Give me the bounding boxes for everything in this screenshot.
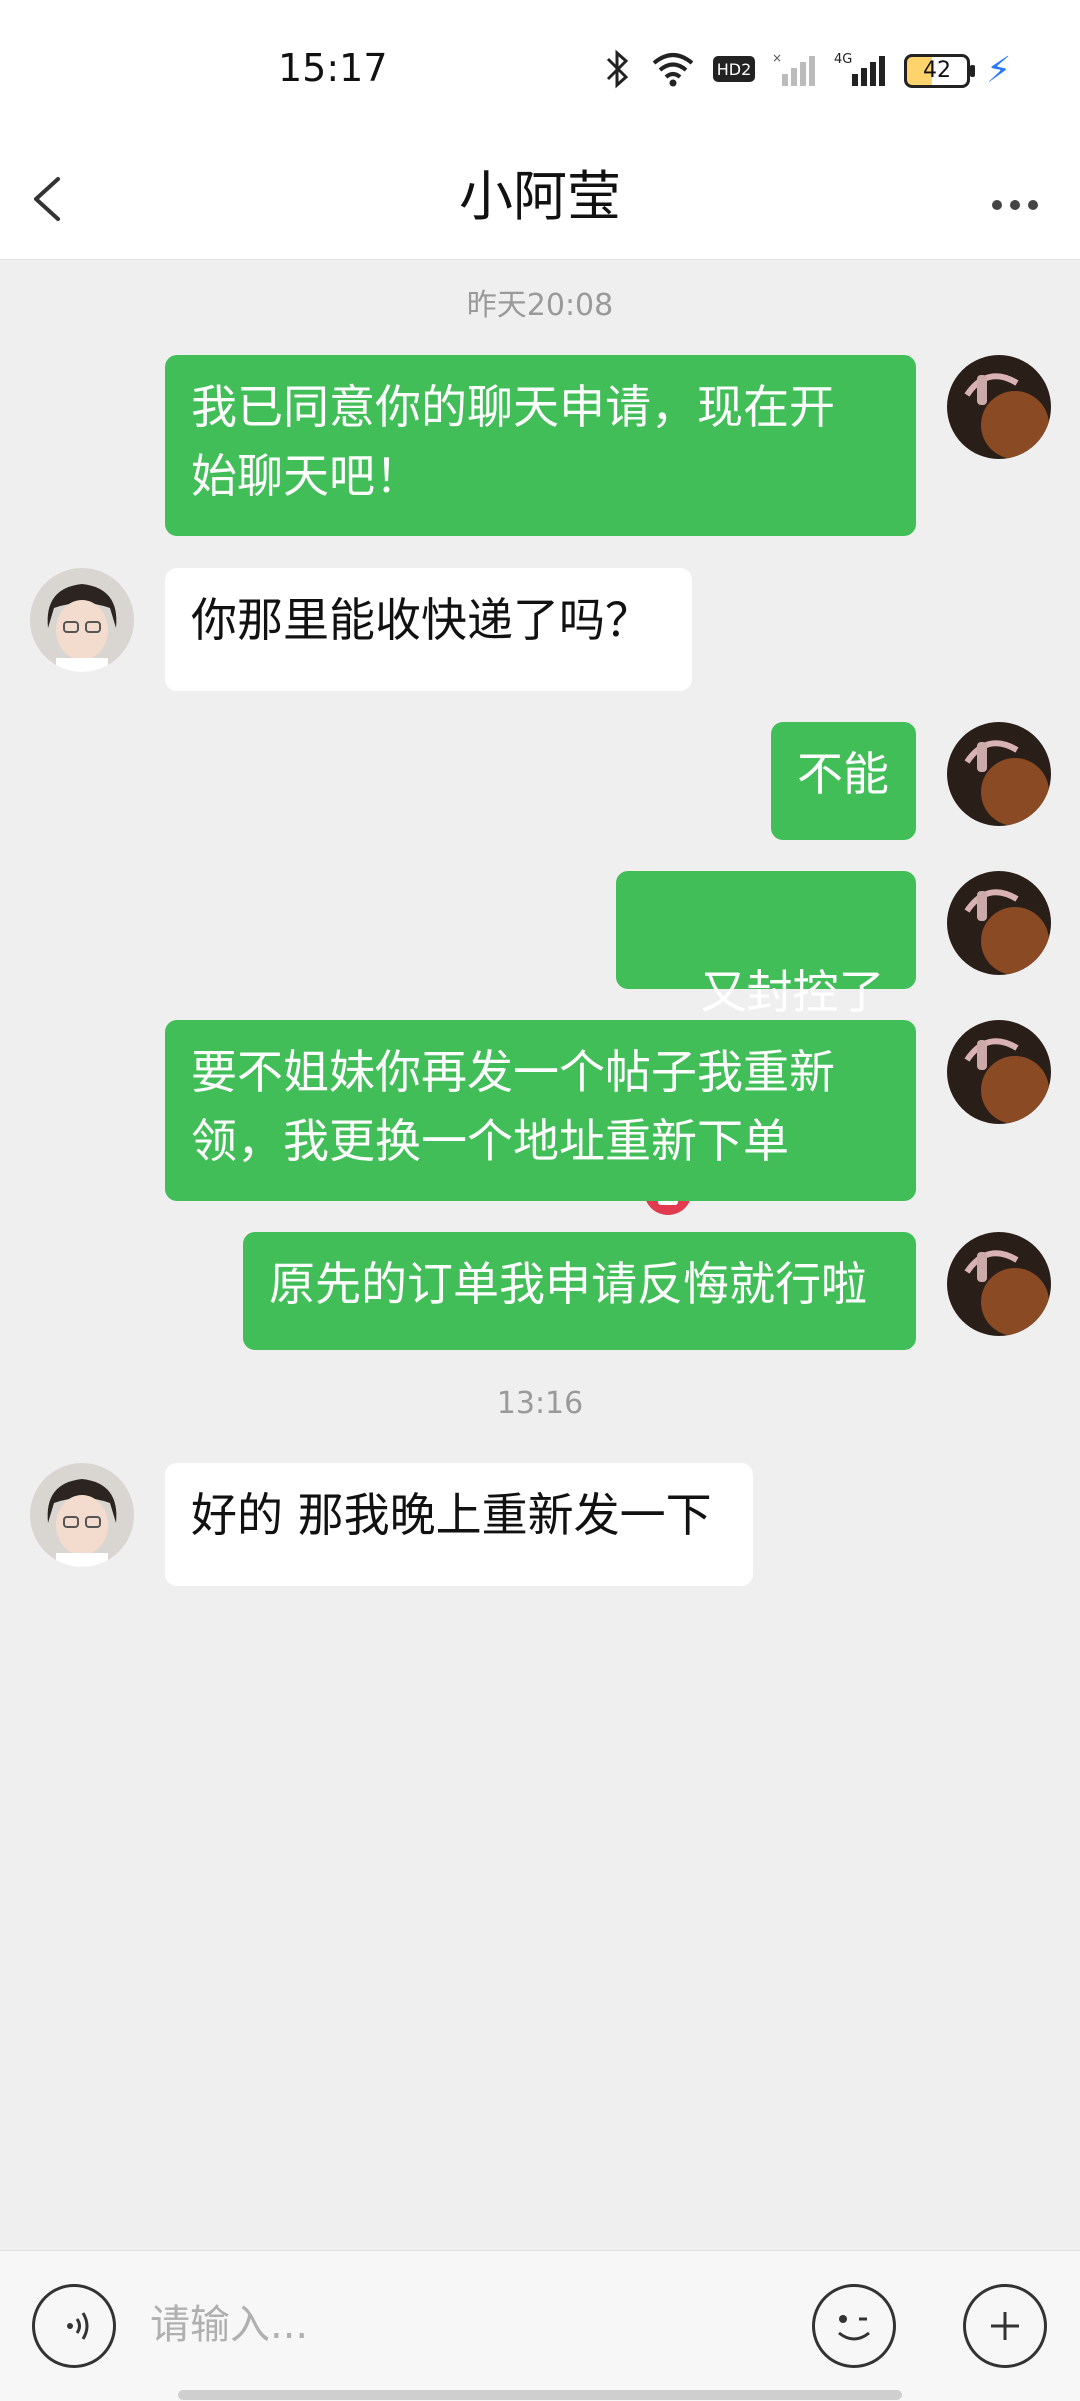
plus-icon [991, 2312, 1019, 2340]
timestamp: 昨天20:08 [466, 288, 614, 323]
my-avatar[interactable] [947, 355, 1051, 459]
smile-icon [838, 2315, 870, 2341]
add-button[interactable] [963, 2284, 1047, 2368]
emoji-button[interactable] [812, 2284, 896, 2368]
my-avatar[interactable] [947, 1020, 1051, 1124]
signal-weak-icon: × [772, 50, 818, 92]
message-bubble-sent[interactable]: 原先的订单我申请反悔就行啦 [243, 1232, 916, 1350]
message-input[interactable]: 请输入... [150, 2285, 770, 2365]
input-bar: 请输入... [0, 2250, 1080, 2401]
voice-button[interactable] [32, 2284, 116, 2368]
status-icons: HD2 × 4G 42 ⚡ [600, 48, 1011, 94]
message-bubble-received[interactable]: 你那里能收快递了吗？ [165, 568, 692, 691]
status-time: 15:17 [278, 46, 388, 90]
svg-text:4G: 4G [834, 52, 852, 67]
message-text: 又封控了 [700, 965, 885, 1019]
chat-header: 小阿莹 [0, 135, 1080, 260]
my-avatar[interactable] [947, 1232, 1051, 1336]
voice-icon [67, 2312, 89, 2340]
bluetooth-icon [600, 49, 634, 93]
home-indicator [178, 2390, 902, 2400]
contact-avatar[interactable] [30, 568, 134, 672]
battery-icon: 42 [904, 54, 975, 88]
message-bubble-sent[interactable]: 不能 [771, 722, 916, 840]
page-title: 小阿莹 [459, 165, 621, 228]
message-bubble-sent[interactable]: 又封控了 [616, 871, 916, 1215]
signal-4g-icon: 4G [834, 50, 888, 92]
more-button[interactable] [970, 153, 1060, 243]
svg-text:×: × [772, 51, 782, 65]
hd-icon: HD2 [712, 52, 756, 90]
timestamp: 13:16 [496, 1386, 584, 1421]
message-bubble-received[interactable]: 好的 那我晚上重新发一下 [165, 1463, 753, 1586]
more-horizontal-icon [992, 200, 1038, 210]
svg-text:HD2: HD2 [717, 60, 752, 79]
message-bubble-sent[interactable]: 我已同意你的聊天申请，现在开 始聊天吧！ [165, 355, 916, 536]
my-avatar[interactable] [947, 722, 1051, 826]
my-avatar[interactable] [947, 871, 1051, 975]
wifi-icon [650, 49, 696, 93]
charging-icon: ⚡ [986, 50, 1012, 91]
message-bubble-sent[interactable]: 要不姐妹你再发一个帖子我重新 领，我更换一个地址重新下单 [165, 1020, 916, 1201]
status-bar: 15:17 HD2 × 4G 42 ⚡ [0, 0, 1080, 135]
contact-avatar[interactable] [30, 1463, 134, 1567]
